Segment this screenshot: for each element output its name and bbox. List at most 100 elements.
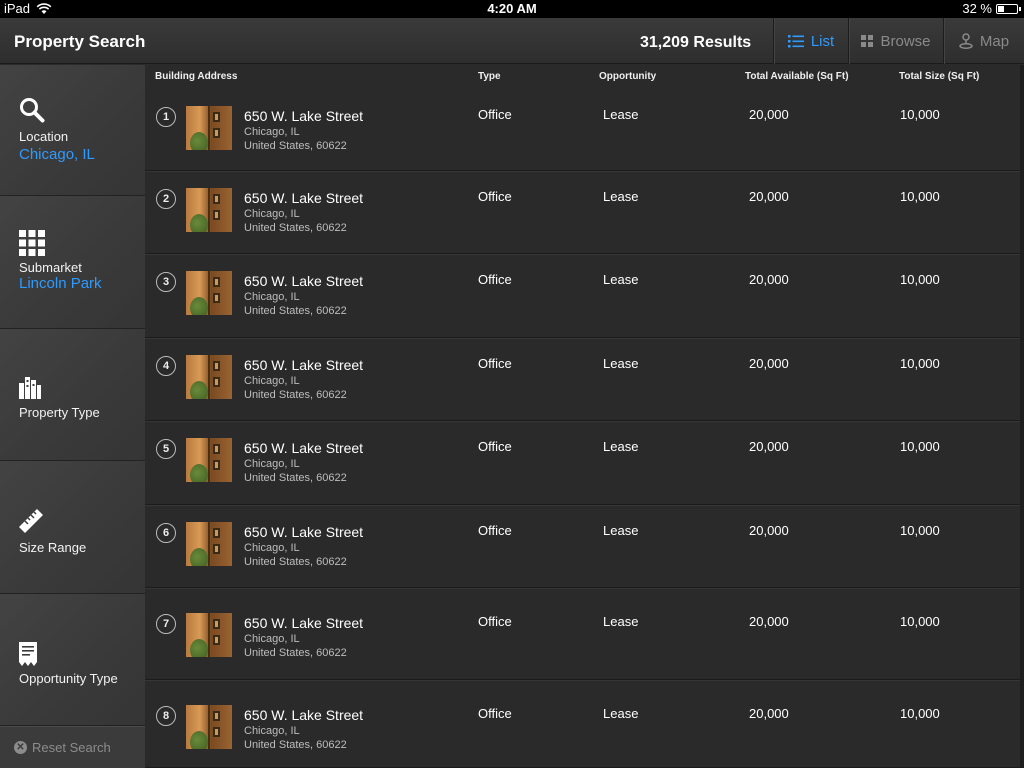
row-country: United States, 60622 [244,222,347,234]
row-total-size: 10,000 [900,189,940,204]
filter-opportunity-type[interactable]: Opportunity Type [0,594,145,726]
battery-fill [998,5,1004,12]
row-number: 8 [156,706,176,726]
row-city: Chicago, IL [244,126,300,138]
filter-submarket[interactable]: Submarket Lincoln Park [0,196,145,329]
row-opportunity: Lease [603,189,639,204]
browse-view-button[interactable]: Browse [848,18,943,64]
list-icon [787,34,804,47]
table-row[interactable]: 6 650 W. Lake Street Chicago, IL United Sta… [145,505,1024,588]
results-table: Building Address Type Opportunity Total … [145,65,1024,768]
battery-icon [996,3,1021,14]
ruler-icon [19,509,43,533]
row-total-available: 20,000 [749,706,789,721]
row-type: Office [478,523,512,538]
row-opportunity: Lease [603,614,639,629]
nav-bar: Property Search 31,209 Results List Brow… [0,18,1024,64]
filter-submarket-label: Submarket [19,260,82,275]
row-street: 650 W. Lake Street [244,524,364,540]
row-city: Chicago, IL [244,458,300,470]
row-type: Office [478,272,512,287]
row-total-size: 10,000 [900,107,940,122]
row-city: Chicago, IL [244,633,300,645]
header-opportunity[interactable]: Opportunity [599,71,656,82]
filter-location[interactable]: Location Chicago, IL [0,65,145,196]
row-opportunity: Lease [603,523,639,538]
row-type: Office [478,189,512,204]
map-pin-icon [959,33,973,49]
row-street: 650 W. Lake Street [244,440,364,456]
map-view-button[interactable]: Map [943,18,1024,64]
map-view-label: Map [979,32,1010,50]
row-number: 2 [156,189,176,209]
row-opportunity: Lease [603,356,639,371]
table-header: Building Address Type Opportunity Total … [145,65,1024,89]
row-number: 1 [156,107,176,127]
row-country: United States, 60622 [244,647,347,659]
header-total-available[interactable]: Total Available (Sq Ft) [745,71,849,82]
status-right: 32 % [962,1,1021,16]
browse-view-label: Browse [880,32,931,50]
filter-location-label: Location [19,129,69,144]
status-bar: iPad 4:20 AM 32 % [0,0,1024,18]
row-city: Chicago, IL [244,291,300,303]
results-count: 31,209 Results [640,34,752,51]
filter-property-type[interactable]: Property Type [0,329,145,461]
filter-location-value: Chicago, IL [19,146,95,163]
row-country: United States, 60622 [244,556,347,568]
row-city: Chicago, IL [244,725,300,737]
header-building-address[interactable]: Building Address [155,71,237,82]
header-type[interactable]: Type [478,71,501,82]
table-row[interactable]: 7 650 W. Lake Street Chicago, IL United Sta… [145,588,1024,680]
building-thumbnail [186,522,232,566]
row-opportunity: Lease [603,439,639,454]
filter-size-range[interactable]: Size Range [0,461,145,594]
row-number: 4 [156,356,176,376]
reset-search-button[interactable]: ✕ Reset Search [0,726,145,768]
row-country: United States, 60622 [244,739,347,751]
row-type: Office [478,439,512,454]
row-total-available: 20,000 [749,439,789,454]
row-number: 5 [156,439,176,459]
status-time: 4:20 AM [487,1,537,16]
filter-submarket-value: Lincoln Park [19,275,102,292]
building-thumbnail [186,271,232,315]
row-opportunity: Lease [603,706,639,721]
table-row[interactable]: 4 650 W. Lake Street Chicago, IL United Sta… [145,338,1024,421]
row-country: United States, 60622 [244,472,347,484]
row-total-size: 10,000 [900,523,940,538]
row-street: 650 W. Lake Street [244,707,364,723]
row-street: 650 W. Lake Street [244,615,364,631]
row-total-size: 10,000 [900,356,940,371]
row-total-size: 10,000 [900,439,940,454]
grid-icon [19,230,45,256]
table-row[interactable]: 8 650 W. Lake Street Chicago, IL United Sta… [145,680,1024,768]
list-view-button[interactable]: List [773,18,848,64]
table-row[interactable]: 3 650 W. Lake Street Chicago, IL United Sta… [145,254,1024,338]
row-street: 650 W. Lake Street [244,273,364,289]
table-row[interactable]: 2 650 W. Lake Street Chicago, IL United Sta… [145,171,1024,254]
row-type: Office [478,706,512,721]
filter-size-range-label: Size Range [19,540,87,555]
row-number: 3 [156,272,176,292]
row-total-size: 10,000 [900,272,940,287]
table-row[interactable]: 5 650 W. Lake Street Chicago, IL United Sta… [145,421,1024,505]
row-total-available: 20,000 [749,356,789,371]
building-thumbnail [186,106,232,150]
reset-search-label: Reset Search [32,739,111,755]
building-thumbnail [186,188,232,232]
row-total-available: 20,000 [749,272,789,287]
row-country: United States, 60622 [244,305,347,317]
table-row[interactable]: 1 650 W. Lake Street Chicago, IL United Sta… [145,89,1024,171]
row-number: 7 [156,614,176,634]
close-icon: ✕ [14,740,27,754]
row-total-available: 20,000 [749,189,789,204]
row-type: Office [478,356,512,371]
header-total-size[interactable]: Total Size (Sq Ft) [899,71,979,82]
filter-property-type-label: Property Type [19,405,100,420]
row-total-size: 10,000 [900,614,940,629]
row-city: Chicago, IL [244,542,300,554]
grid-icon [861,35,874,47]
building-thumbnail [186,355,232,399]
row-street: 650 W. Lake Street [244,357,364,373]
